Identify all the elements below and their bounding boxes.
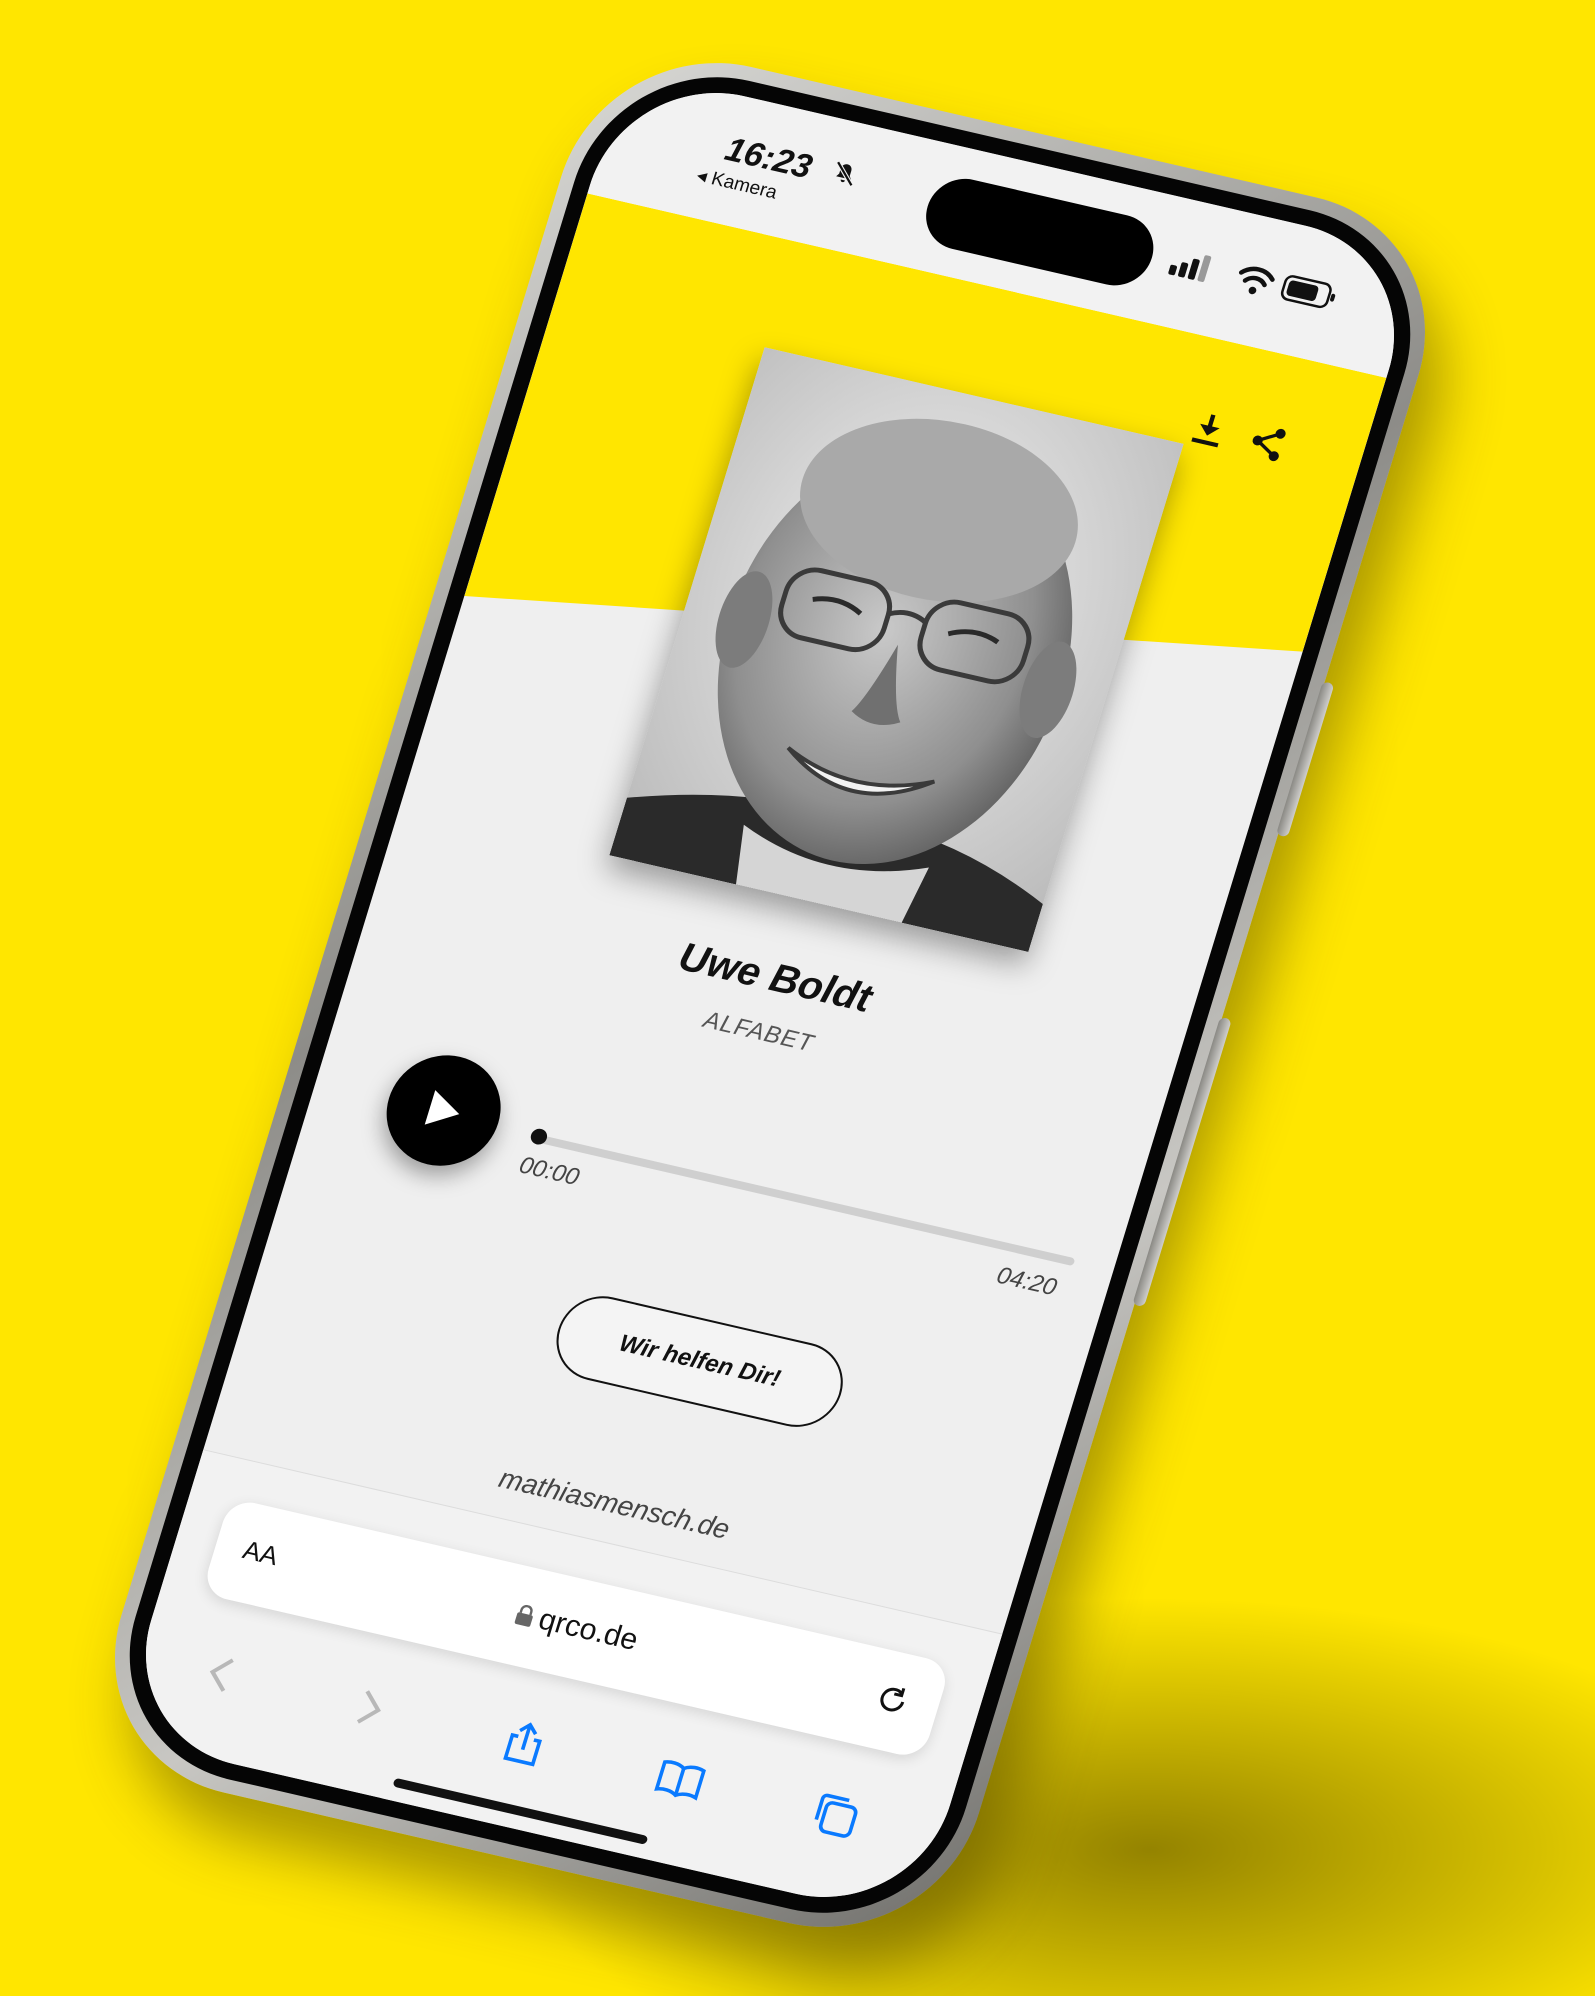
lock-icon <box>514 1604 533 1627</box>
cellular-signal-icon <box>1168 255 1212 282</box>
play-button[interactable] <box>372 1044 515 1177</box>
battery-icon <box>1280 275 1336 309</box>
duration: 04:20 <box>993 1261 1060 1302</box>
share-sheet-icon[interactable] <box>494 1716 555 1773</box>
url-text: qrco.de <box>534 1602 642 1657</box>
bookmarks-icon[interactable] <box>650 1752 711 1809</box>
play-icon <box>424 1090 460 1125</box>
back-chevron-icon[interactable] <box>192 1646 253 1703</box>
dynamic-island <box>917 171 1163 293</box>
help-button[interactable]: Wir helfen Dir! <box>545 1287 854 1436</box>
forward-chevron-icon[interactable] <box>338 1680 399 1737</box>
phone: 16:23 ◂ Kamera Uwe Boldt ALFABET 00:00 0… <box>77 33 1463 1957</box>
tabs-icon[interactable] <box>806 1788 867 1845</box>
current-time: 00:00 <box>515 1151 583 1192</box>
wifi-icon <box>1238 266 1275 295</box>
status-icons <box>1168 255 1336 309</box>
silent-bell-icon <box>836 161 854 187</box>
audio-progress-bar[interactable] <box>532 1133 1076 1267</box>
